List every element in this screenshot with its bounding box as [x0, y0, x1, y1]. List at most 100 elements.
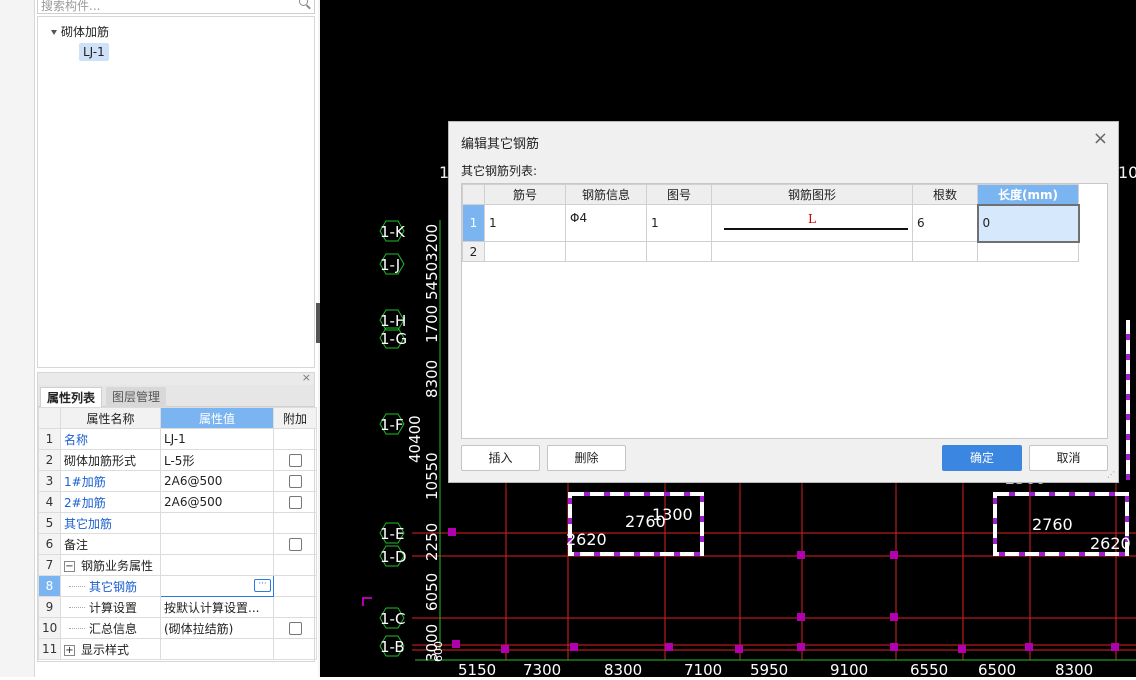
cell-bar-no[interactable]: 1	[484, 204, 566, 242]
property-name: 备注	[60, 533, 161, 555]
axis-label: 1-C	[380, 610, 405, 628]
component-search-input[interactable]: 搜索构件...	[37, 0, 315, 14]
table-row-selected[interactable]: 8 其它钢筋 ···	[38, 575, 317, 597]
property-value	[160, 554, 274, 576]
table-row[interactable]: 1 名称 LJ-1	[38, 428, 317, 450]
insert-button[interactable]: 插入	[461, 445, 540, 471]
row-number: 9	[38, 596, 61, 618]
resize-grip-icon[interactable]: ⋰	[1107, 470, 1115, 479]
table-row[interactable]: 4 2#加筋 2A6@500	[38, 491, 317, 513]
property-value[interactable]: LJ-1	[160, 428, 274, 450]
tree-group-masonry-rebar[interactable]: 砌体加筋	[51, 23, 109, 40]
header-additional: 附加	[273, 407, 317, 429]
row-number: 10	[38, 617, 61, 639]
additional-cell	[273, 533, 317, 555]
room-label: 2620	[566, 530, 607, 549]
dim-label: 2250	[423, 523, 441, 561]
cell-rebar-info[interactable]: Φ4	[565, 204, 647, 242]
table-row[interactable]: 7 − 钢筋业务属性	[38, 554, 317, 576]
corner-marker	[362, 597, 372, 606]
table-row[interactable]: 9 计算设置 按默认计算设置...	[38, 596, 317, 618]
header-property-name: 属性名称	[60, 407, 161, 429]
table-row[interactable]: 5 其它加筋	[38, 512, 317, 534]
tab-layer-management[interactable]: 图层管理	[106, 387, 167, 407]
dim-label: 5450	[423, 262, 441, 300]
property-group-display-style[interactable]: + 显示样式	[60, 638, 161, 660]
table-row[interactable]: 6 备注	[38, 533, 317, 555]
table-row[interactable]: 2	[462, 241, 1079, 262]
row-number: 5	[38, 512, 61, 534]
property-value[interactable]: 2A6@500	[160, 470, 274, 492]
row-number: 8	[38, 575, 61, 597]
property-value[interactable]: L-5形	[160, 449, 274, 471]
property-value[interactable]: 按默认计算设置...	[160, 596, 274, 618]
additional-cell	[273, 554, 317, 576]
cell-length[interactable]	[977, 241, 1079, 262]
cell-figure-no[interactable]	[646, 241, 712, 262]
table-row[interactable]: 11 + 显示样式	[38, 638, 317, 660]
close-icon[interactable]: ×	[302, 371, 311, 384]
close-icon[interactable]: ×	[1093, 128, 1108, 149]
search-icon[interactable]	[299, 0, 308, 6]
cell-figure-no[interactable]: 1	[646, 204, 712, 242]
property-name: 汇总信息	[60, 617, 161, 639]
expand-icon[interactable]: +	[64, 644, 75, 656]
table-row[interactable]: 10 汇总信息 (砌体拉结筋)	[38, 617, 317, 639]
ellipsis-button[interactable]: ···	[254, 579, 271, 592]
delete-button[interactable]: 删除	[547, 445, 626, 471]
left-dimension-labels: 3200 5450 1700 8300 40400 10550 2250 605…	[406, 224, 445, 662]
property-value[interactable]: 2A6@500	[160, 491, 274, 513]
additional-checkbox[interactable]	[288, 475, 302, 488]
cell-rebar-shape[interactable]	[711, 241, 913, 262]
axis-label: 1-F	[380, 416, 404, 434]
additional-checkbox[interactable]	[288, 454, 302, 467]
header-count: 根数	[912, 184, 978, 205]
dim-label: 7300	[523, 661, 561, 677]
additional-checkbox[interactable]	[288, 622, 302, 635]
dim-label: 40400	[406, 415, 424, 463]
cell-rebar-info[interactable]	[565, 241, 647, 262]
table-row[interactable]: 2 砌体加筋形式 L-5形	[38, 449, 317, 471]
row-number: 2	[38, 449, 61, 471]
collapse-icon[interactable]: −	[64, 560, 75, 572]
axis-label: 1-G	[380, 330, 407, 348]
dim-label: 600	[432, 641, 445, 662]
header-length: 长度(mm)	[977, 184, 1079, 205]
header-rebar-info: 钢筋信息	[565, 184, 647, 205]
table-row[interactable]: 1 1 Φ4 1 L 6 0	[462, 203, 1080, 243]
dim-label: 5950	[750, 661, 788, 677]
cell-rebar-shape[interactable]: L	[711, 204, 913, 242]
ok-button[interactable]: 确定	[942, 445, 1022, 471]
additional-cell	[273, 491, 317, 513]
caret-down-icon[interactable]	[51, 30, 57, 35]
tree-item-lj-1[interactable]: LJ-1	[79, 43, 109, 61]
table-row[interactable]: 3 1#加筋 2A6@500	[38, 470, 317, 492]
grid-lines-vertical	[505, 480, 1117, 660]
row-number: 4	[38, 491, 61, 513]
tab-property-list[interactable]: 属性列表	[40, 387, 103, 407]
rebar-info-text: Φ4	[570, 211, 588, 225]
additional-checkbox[interactable]	[288, 496, 302, 509]
cancel-button[interactable]: 取消	[1029, 445, 1108, 471]
cell-bar-no[interactable]	[484, 241, 566, 262]
additional-cell	[273, 617, 317, 639]
property-value[interactable]	[160, 512, 274, 534]
dim-label: 7100	[684, 661, 722, 677]
property-group-rebar-business[interactable]: − 钢筋业务属性	[60, 554, 161, 576]
cell-count[interactable]: 6	[912, 204, 978, 242]
other-rebar-value-editor[interactable]: ···	[160, 575, 274, 597]
property-name: 其它加筋	[60, 512, 161, 534]
property-value[interactable]	[160, 533, 274, 555]
cell-length[interactable]: 0	[976, 203, 1080, 243]
property-tabs: 属性列表 图层管理	[38, 385, 314, 407]
additional-checkbox[interactable]	[288, 538, 302, 551]
additional-cell	[273, 596, 317, 618]
property-name: 名称	[60, 428, 161, 450]
axis-labels: 1-K 1-J 1-H 1-G 1-F 1-E 1-D 1-C 1-B	[380, 223, 407, 656]
property-value	[160, 638, 274, 660]
property-value[interactable]: (砌体拉结筋)	[160, 617, 274, 639]
dim-label: 3200	[423, 224, 441, 262]
additional-cell	[273, 449, 317, 471]
cell-count[interactable]	[912, 241, 978, 262]
room-label: 1300	[652, 505, 693, 524]
